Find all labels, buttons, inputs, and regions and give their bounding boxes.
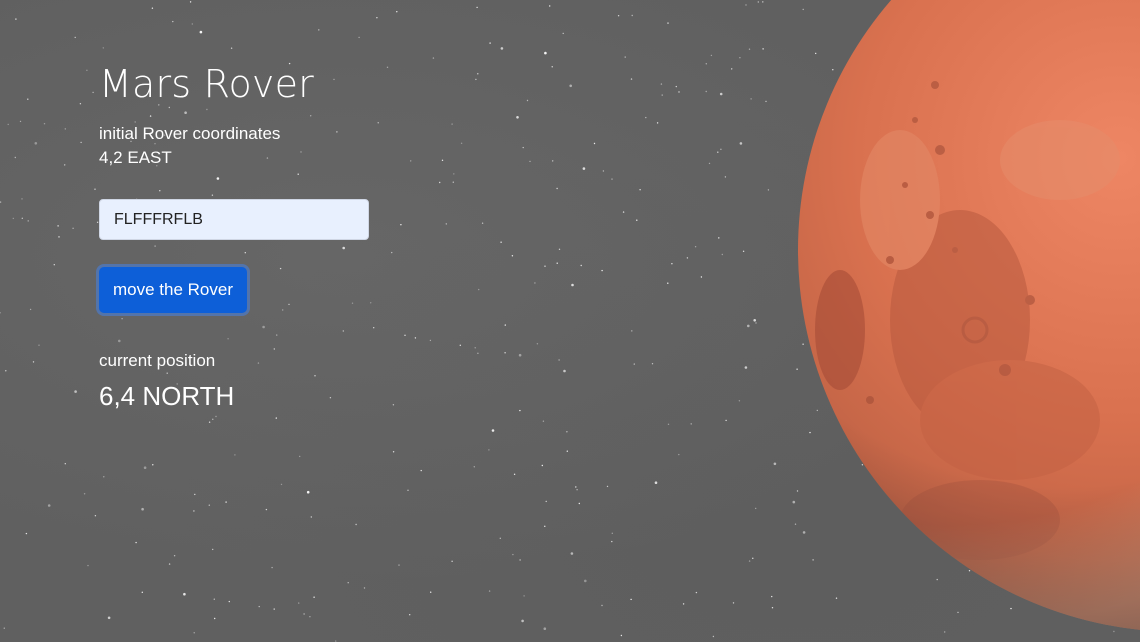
current-position-label: current position <box>99 351 216 370</box>
initial-coordinates-label: initial Rover coordinates <box>99 124 281 143</box>
page-title: Mars Rover <box>99 62 315 106</box>
move-rover-button[interactable]: move the Rover <box>99 267 247 313</box>
command-input[interactable] <box>99 199 369 240</box>
initial-coordinates-value: 4,2 EAST <box>99 148 172 167</box>
main-panel: Mars Rover initial Rover coordinates 4,2… <box>99 60 499 413</box>
current-position-value: 6,4 NORTH <box>99 381 235 411</box>
